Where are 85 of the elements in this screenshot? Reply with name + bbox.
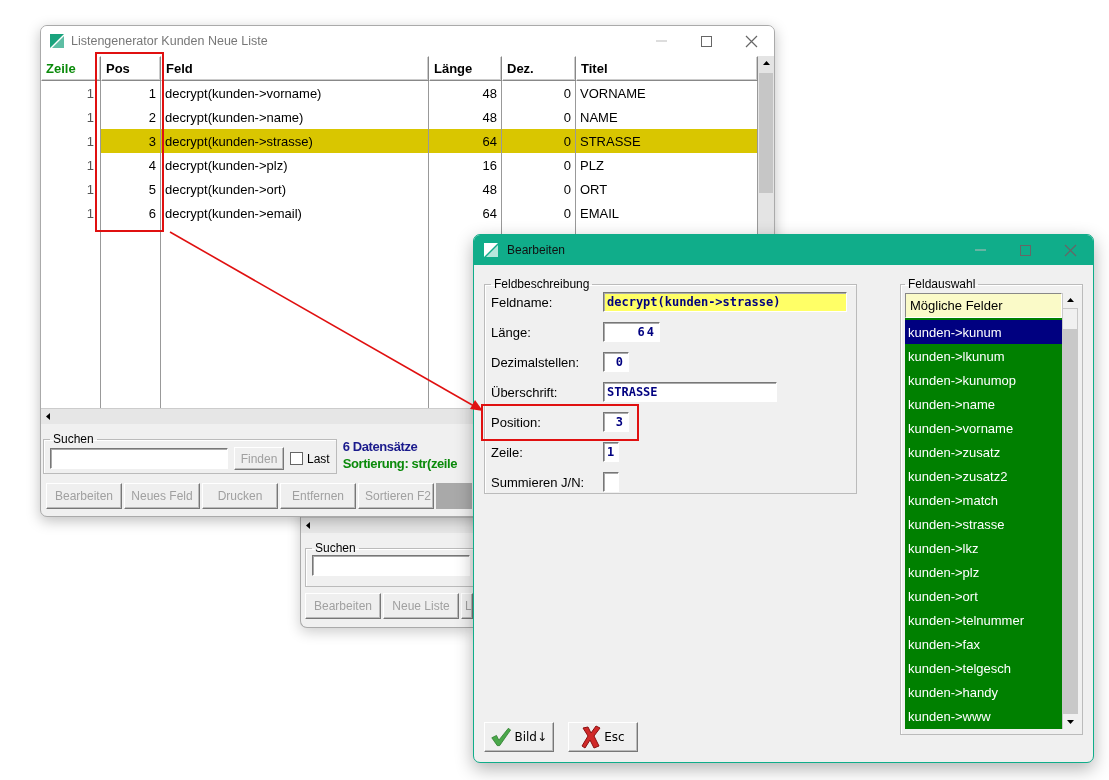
- table-cell: 1: [41, 201, 101, 225]
- checkbox[interactable]: [603, 472, 619, 492]
- table-cell: 48: [429, 177, 502, 201]
- record-count: 6 Datensätze: [342, 439, 419, 454]
- list-item[interactable]: kunden->lkunum: [905, 344, 1062, 368]
- window-title: Bearbeiten: [507, 243, 566, 257]
- table-cell: 0: [502, 201, 576, 225]
- table-cell: 64: [429, 201, 502, 225]
- field-label: Position:: [491, 414, 542, 430]
- field-label: Summieren J/N:: [491, 474, 586, 490]
- list-item[interactable]: kunden->kunumop: [905, 368, 1062, 392]
- checkbox[interactable]: [290, 452, 303, 465]
- group-label: Feldauswahl: [907, 277, 977, 291]
- list-item[interactable]: kunden->match: [905, 488, 1062, 512]
- input-field[interactable]: 1: [603, 442, 619, 462]
- list-item[interactable]: kunden->lkz: [905, 536, 1062, 560]
- table-cell: 64: [429, 129, 502, 153]
- table-cell: decrypt(kunden->vorname): [161, 81, 429, 105]
- column-header[interactable]: Feld: [161, 56, 429, 81]
- table-cell: 4: [101, 153, 161, 177]
- checkmark-icon: [491, 725, 512, 749]
- list-item[interactable]: kunden->name: [905, 392, 1062, 416]
- table-cell: 1: [41, 81, 101, 105]
- input-field[interactable]: decrypt(kunden->strasse): [603, 292, 847, 312]
- input-field[interactable]: 0: [603, 352, 629, 372]
- sort-info: Sortierung: str(zeile: [342, 456, 458, 471]
- table-cell: decrypt(kunden->plz): [161, 153, 429, 177]
- list-item[interactable]: kunden->zusatz: [905, 440, 1062, 464]
- list-item[interactable]: kunden->fax: [905, 632, 1062, 656]
- list-item[interactable]: kunden->plz: [905, 560, 1062, 584]
- list-item[interactable]: kunden->kunum: [905, 320, 1062, 344]
- input-field[interactable]: 64: [603, 322, 660, 342]
- table-cell: 6: [101, 201, 161, 225]
- table-cell: 16: [429, 153, 502, 177]
- list-item[interactable]: kunden->vorname: [905, 416, 1062, 440]
- field-label: Länge:: [491, 324, 532, 340]
- field-label: Überschrift:: [491, 384, 559, 400]
- column-header[interactable]: Länge: [429, 56, 502, 81]
- list-item[interactable]: kunden->ort: [905, 584, 1062, 608]
- group-label: Suchen: [314, 541, 357, 555]
- app-logo-icon: [49, 33, 65, 49]
- scroll-thumb[interactable]: [1063, 309, 1077, 329]
- column-header[interactable]: Dez.: [502, 56, 576, 81]
- list-item[interactable]: kunden->telnummer: [905, 608, 1062, 632]
- field-label: Zeile:: [491, 444, 524, 460]
- input-field[interactable]: STRASSE: [603, 382, 777, 402]
- list-item[interactable]: kunden->telgesch: [905, 656, 1062, 680]
- cancel-button[interactable]: Esc: [568, 722, 638, 752]
- table-cell: 0: [502, 153, 576, 177]
- column-header[interactable]: Pos: [101, 56, 161, 81]
- list-item[interactable]: kunden->zusatz2: [905, 464, 1062, 488]
- scroll-thumb[interactable]: [759, 73, 773, 193]
- list-header: Mögliche Felder: [905, 293, 1062, 318]
- table-cell: 0: [502, 129, 576, 153]
- table-cell: decrypt(kunden->strasse): [161, 129, 429, 153]
- table-cell: 1: [41, 153, 101, 177]
- list-item[interactable]: kunden->handy: [905, 680, 1062, 704]
- table-cell: decrypt(kunden->ort): [161, 177, 429, 201]
- window-title: Listengenerator Kunden Neue Liste: [71, 34, 268, 48]
- table-cell: 48: [429, 81, 502, 105]
- search-field[interactable]: [50, 448, 228, 469]
- table-cell: 0: [502, 177, 576, 201]
- table-cell: 0: [502, 81, 576, 105]
- group-label: Feldbeschreibung: [493, 277, 591, 291]
- list-item[interactable]: kunden->www: [905, 704, 1062, 728]
- group-label: Suchen: [52, 432, 95, 446]
- table-cell: STRASSE: [576, 129, 758, 153]
- column-header[interactable]: Zeile: [41, 56, 101, 81]
- app-logo-icon: [483, 242, 499, 258]
- field-label: Feldname:: [491, 294, 554, 310]
- table-cell: 3: [101, 129, 161, 153]
- cross-icon: [581, 725, 602, 749]
- table-cell: 1: [101, 81, 161, 105]
- list-item[interactable]: kunden->strasse: [905, 512, 1062, 536]
- table-cell: 1: [41, 177, 101, 201]
- field-label: Dezimalstellen:: [491, 354, 581, 370]
- table-cell: 5: [101, 177, 161, 201]
- search-field[interactable]: [312, 555, 470, 576]
- input-field[interactable]: 3: [603, 412, 629, 432]
- scrollbar[interactable]: [301, 517, 473, 533]
- table-cell: 1: [41, 105, 101, 129]
- checkbox-label: Last: [307, 451, 330, 466]
- column-header[interactable]: Titel: [576, 56, 758, 81]
- table-cell: decrypt(kunden->email): [161, 201, 429, 225]
- ok-button[interactable]: Bild↓: [484, 722, 554, 752]
